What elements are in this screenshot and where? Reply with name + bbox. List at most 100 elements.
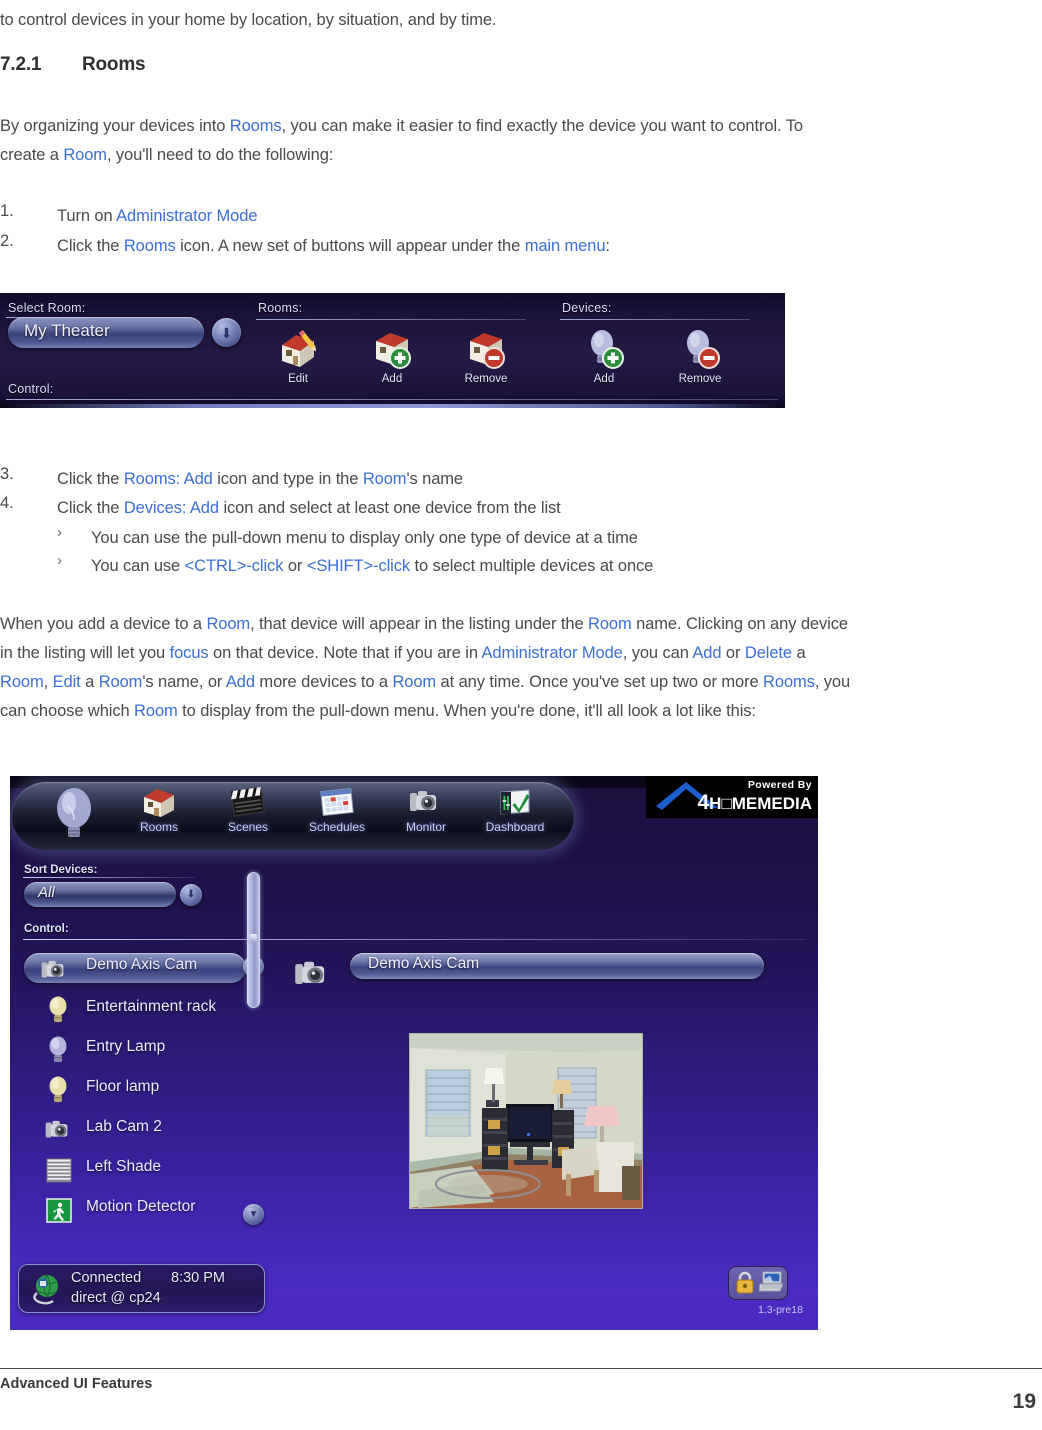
laptop-icon[interactable]: [758, 1271, 784, 1298]
brand-name-rest: H□ME: [709, 794, 758, 813]
devices-add-label: Add: [593, 373, 615, 385]
device-list-scrollbar-thumb[interactable]: [250, 934, 257, 943]
keyword: <SHIFT>-click: [306, 557, 411, 575]
keyword: Rooms: [123, 237, 176, 255]
text-run: to select multiple devices at once: [410, 557, 654, 575]
device-list-item-selected[interactable]: Demo Axis Cam: [24, 953, 246, 983]
sub-bullet-1-text: You can use the pull-down menu to displa…: [91, 524, 1021, 553]
text-run: Turn on: [57, 207, 117, 225]
step-4-number: 4.: [0, 494, 14, 512]
select-room-dropdown-arrow[interactable]: ⬇: [212, 318, 241, 347]
section-title: Rooms: [82, 54, 146, 75]
control-label: Control:: [24, 923, 69, 935]
brand-name: 4H□MEMEDIA: [697, 791, 812, 815]
device-name: Lab Cam 2: [86, 1118, 162, 1135]
text-run: , you can: [622, 644, 693, 662]
text-run: more devices to a: [254, 673, 393, 691]
brand-4homemedia: Powered By 4H□MEMEDIA: [646, 776, 818, 818]
device-name: Left Shade: [86, 1158, 161, 1175]
nav-item-schedules[interactable]: Schedules: [298, 784, 376, 834]
device-list-item[interactable]: Floor lamp: [28, 1073, 246, 1107]
text-run: a: [792, 644, 806, 662]
text-run: in the listing will let you: [0, 644, 170, 662]
nav-item-scenes-label: Scenes: [227, 820, 269, 834]
sort-devices-value: All: [38, 884, 55, 901]
device-list-item[interactable]: Left Shade: [28, 1153, 246, 1187]
nav-item-dashboard[interactable]: Dashboard: [476, 784, 554, 834]
paragraph-1-line-1: By organizing your devices into Rooms, y…: [0, 112, 1030, 141]
step-2-text: Click the Rooms icon. A new set of butto…: [57, 232, 1017, 261]
text-run: You can use the pull-down menu to displa…: [91, 529, 638, 547]
nav-item-scenes[interactable]: Scenes: [209, 784, 287, 834]
text-run: name. Clicking on any device: [631, 615, 848, 633]
keyword: Room: [392, 673, 437, 691]
text-run: When you add a device to a: [0, 615, 207, 633]
rooms-edit-label: Edit: [288, 373, 308, 385]
scroll-down-icon: ▼: [248, 1208, 259, 1220]
text-run: at any time. Once you've set up two or m…: [436, 673, 764, 691]
sort-devices-dropdown-arrow[interactable]: ⬇: [180, 884, 202, 906]
device-list-item[interactable]: Entry Lamp: [28, 1033, 246, 1067]
nav-item-dashboard-label: Dashboard: [485, 820, 545, 834]
text-run: , you can make it easier to find exactly…: [281, 117, 804, 135]
keyword: Room: [588, 615, 632, 633]
keyword: Administrator Mode: [481, 644, 623, 662]
section-heading: 7.2.1 Rooms: [0, 54, 146, 76]
camera-icon: [42, 1115, 76, 1145]
camera-video-view[interactable]: [409, 1033, 643, 1209]
detail-title-bar[interactable]: Demo Axis Cam: [350, 953, 764, 979]
app-logo-bulb: [46, 784, 102, 847]
rooms-remove-button[interactable]: Remove: [450, 327, 522, 385]
intro-line: to control devices in your home by locat…: [0, 11, 497, 29]
living-room-photo: [410, 1034, 642, 1208]
devices-remove-button[interactable]: Remove: [664, 327, 736, 385]
text-run: icon and select at least one device from…: [218, 499, 561, 517]
step-2-number: 2.: [0, 232, 14, 250]
padlock-icon[interactable]: [734, 1270, 756, 1300]
keyword: Rooms: [763, 673, 815, 691]
connection-status-bar[interactable]: Connected 8:30 PM direct @ cp24: [18, 1264, 265, 1313]
nav-item-schedules-label: Schedules: [308, 820, 366, 834]
devices-group-rule: [560, 319, 750, 320]
rooms-add-label: Add: [381, 373, 403, 385]
paragraph-2-line-3: Room, Edit a Room's name, or Add more de…: [0, 668, 1040, 697]
text-run: , that device will appear in the listing…: [250, 615, 588, 633]
rooms-edit-button[interactable]: Edit: [262, 327, 334, 385]
rooms-remove-label: Remove: [464, 373, 508, 385]
control-rule: [23, 939, 805, 940]
rooms-group-rule: [256, 319, 526, 320]
detail-camera-icon: [290, 954, 336, 999]
device-list-item[interactable]: Motion Detector: [28, 1193, 246, 1227]
select-room-dropdown[interactable]: My Theater: [8, 317, 204, 348]
house-edit-icon: [282, 330, 317, 367]
sort-devices-dropdown[interactable]: All: [24, 882, 176, 907]
text-run: a: [80, 673, 99, 691]
screenshot-rooms-toolbar: Select Room: My Theater ⬇ Control: Rooms…: [0, 293, 785, 408]
sort-devices-label: Sort Devices:: [24, 864, 98, 876]
nav-item-rooms[interactable]: Rooms: [120, 784, 198, 834]
text-run: You can use: [91, 557, 185, 575]
select-room-value: My Theater: [24, 321, 110, 340]
text-run: or: [283, 557, 307, 575]
keyword: Room: [63, 146, 107, 164]
text-run: on that device. Note that if you are in: [208, 644, 482, 662]
keyword: Add: [225, 673, 255, 691]
nav-item-monitor[interactable]: Monitor: [387, 784, 465, 834]
dashboard-check-icon: [500, 789, 530, 815]
rooms-add-button[interactable]: Add: [356, 327, 428, 385]
footer-chapter-label: Advanced UI Features: [0, 1376, 153, 1392]
keyword: Rooms: [229, 117, 282, 135]
text-run: ,: [43, 673, 53, 691]
detail-title: Demo Axis Cam: [368, 955, 480, 972]
brand-name-4: 4: [697, 791, 710, 814]
device-list-scroll-down[interactable]: ▼: [243, 1204, 264, 1225]
devices-add-button[interactable]: Add: [568, 327, 640, 385]
section-number: 7.2.1: [0, 54, 42, 75]
keyword: focus: [169, 644, 209, 662]
text-run: By organizing your devices into: [0, 117, 230, 135]
device-list-item[interactable]: Entertainment rack: [28, 993, 246, 1027]
bulb-yellow-icon: [42, 995, 76, 1025]
text-run: Click the: [57, 237, 124, 255]
device-list-item[interactable]: Lab Cam 2: [28, 1113, 246, 1147]
nav-item-rooms-label: Rooms: [139, 820, 178, 834]
